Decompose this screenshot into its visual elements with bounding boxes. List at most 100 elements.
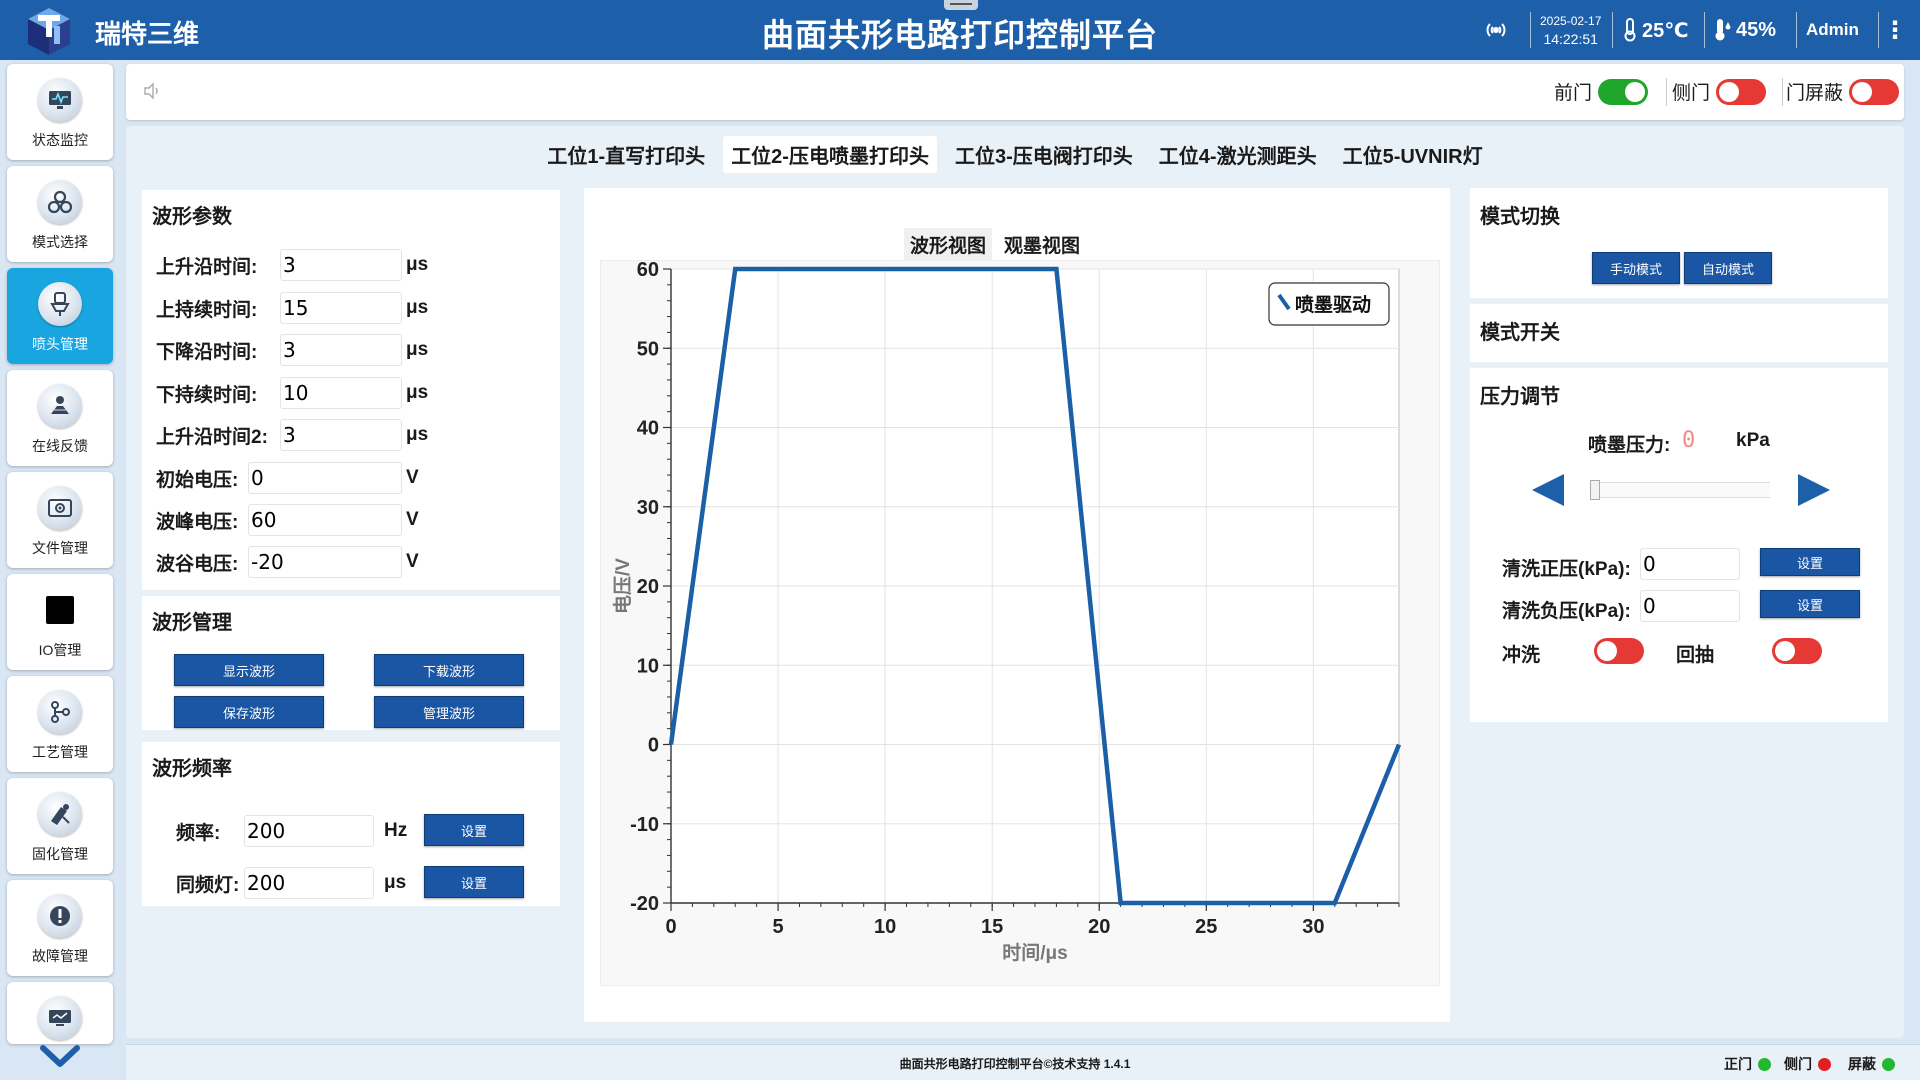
chevron-down-icon[interactable] xyxy=(40,1044,80,1068)
process-icon xyxy=(38,690,82,734)
tab-station-2[interactable]: 工位2-压电喷墨打印头 xyxy=(723,136,937,173)
manual-mode-button[interactable]: 手动模式 xyxy=(1592,252,1680,284)
high-duration-input[interactable]: 15 xyxy=(280,292,402,324)
waveform-params-panel: 波形参数 上升沿时间: 3 μs 上持续时间: 15 μs 下降沿时间: 3 μ… xyxy=(142,190,560,590)
legend-label: 喷墨驱动 xyxy=(1295,294,1371,316)
manage-waveform-button[interactable]: 管理波形 xyxy=(374,696,524,728)
initial-voltage-input[interactable]: 0 xyxy=(248,462,402,494)
tab-ink-view[interactable]: 观墨视图 xyxy=(998,228,1086,261)
frequency-input[interactable]: 200 xyxy=(244,815,374,847)
front-door-control: 前门 xyxy=(1554,78,1649,105)
sidebar-item-nozzle-management[interactable]: 喷头管理 xyxy=(7,268,113,364)
waveform-chart[interactable]: -20 -10 0 10 20 30 40 50 60 0 5 10 15 20 25 30 时间/μs 电压/V… xyxy=(601,261,1441,987)
y-tick-label: 20 xyxy=(637,576,659,598)
flush-toggle[interactable] xyxy=(1594,638,1644,664)
param-unit: μs xyxy=(406,382,429,403)
param-label: 下降沿时间: xyxy=(156,341,258,363)
param-row-initial-voltage: 初始电压: 0 V xyxy=(156,461,419,495)
set-sync-light-button[interactable]: 设置 xyxy=(424,866,524,898)
connection-icon xyxy=(1484,0,1508,60)
header-divider xyxy=(1878,12,1879,48)
front-door-toggle[interactable] xyxy=(1598,78,1649,105)
side-door-label: 侧门 xyxy=(1672,83,1711,104)
flush-label: 冲洗 xyxy=(1502,645,1541,666)
pressure-slider[interactable] xyxy=(1590,480,1770,500)
sync-light-input[interactable]: 200 xyxy=(244,867,374,899)
param-label: 上升沿时间: xyxy=(156,256,258,278)
window-handle[interactable] xyxy=(944,0,978,10)
set-clean-positive-button[interactable]: 设置 xyxy=(1760,548,1860,576)
toggle-knob xyxy=(1775,641,1795,661)
low-duration-input[interactable]: 10 xyxy=(280,377,402,409)
sidebar-item-status-monitor[interactable]: 状态监控 xyxy=(7,64,113,160)
sidebar-item-more[interactable] xyxy=(7,982,113,1044)
header-divider xyxy=(1612,12,1613,48)
top-toolbar: 前门 侧门 门屏蔽 xyxy=(126,64,1904,120)
sync-light-unit: μs xyxy=(384,872,407,893)
sidebar-item-fault-management[interactable]: 故障管理 xyxy=(7,880,113,976)
peak-voltage-input[interactable]: 60 xyxy=(248,504,402,536)
sidebar-item-mode-select[interactable]: 模式选择 xyxy=(7,166,113,262)
station-tabs: 工位1-直写打印头 工位2-压电喷墨打印头 工位3-压电阀打印头 工位4-激光测… xyxy=(126,136,1904,173)
sidebar-item-online-feedback[interactable]: 在线反馈 xyxy=(7,370,113,466)
tab-station-1[interactable]: 工位1-直写打印头 xyxy=(539,136,713,173)
humidity-icon xyxy=(1715,19,1731,41)
rise-time-input[interactable]: 3 xyxy=(280,249,402,281)
chart-frame: -20 -10 0 10 20 30 40 50 60 0 5 10 15 20 25 30 时间/μs 电压/V… xyxy=(600,260,1440,986)
fall-time-input[interactable]: 3 xyxy=(280,334,402,366)
rise-time-2-input[interactable]: 3 xyxy=(280,419,402,451)
waveform-freq-panel: 波形频率 频率: 200 Hz 设置 同频灯: 200 μs 设置 xyxy=(142,742,560,906)
download-waveform-button[interactable]: 下载波形 xyxy=(374,654,524,686)
cubes-icon xyxy=(38,180,82,224)
status-label: 侧门 xyxy=(1784,1056,1812,1072)
tab-station-4[interactable]: 工位4-激光测距头 xyxy=(1151,136,1325,173)
param-label: 上升沿时间2: xyxy=(156,426,268,448)
save-waveform-button[interactable]: 保存波形 xyxy=(174,696,324,728)
y-tick-label: 40 xyxy=(637,418,659,440)
waveform-manage-panel: 波形管理 显示波形 下载波形 保存波形 管理波形 xyxy=(142,596,560,730)
clean-positive-input[interactable]: 0 xyxy=(1640,548,1740,580)
footer: 曲面共形电路打印控制平台©技术支持 1.4.1 正门 侧门 屏蔽 xyxy=(126,1044,1920,1080)
set-clean-negative-button[interactable]: 设置 xyxy=(1760,590,1860,618)
decrease-pressure-icon[interactable] xyxy=(1530,472,1566,508)
param-row-valley-voltage: 波谷电压: -20 V xyxy=(156,545,419,579)
ink-pressure-label: 喷墨压力: xyxy=(1588,435,1671,456)
panel-title: 波形管理 xyxy=(152,612,232,634)
show-waveform-button[interactable]: 显示波形 xyxy=(174,654,324,686)
panel-title: 波形频率 xyxy=(152,758,232,780)
sidebar-item-process-management[interactable]: 工艺管理 xyxy=(7,676,113,772)
panel-title: 波形参数 xyxy=(152,206,232,228)
sidebar-item-file-management[interactable]: 文件管理 xyxy=(7,472,113,568)
status-dot xyxy=(1882,1057,1895,1071)
header-divider xyxy=(1704,12,1705,48)
x-axis-label: 时间/μs xyxy=(1002,942,1067,964)
auto-mode-button[interactable]: 自动模式 xyxy=(1684,252,1772,284)
sidebar-item-curing-management[interactable]: 固化管理 xyxy=(7,778,113,874)
side-door-control: 侧门 xyxy=(1672,78,1767,105)
more-menu-icon[interactable]: ⋮ xyxy=(1883,0,1907,60)
retract-toggle[interactable] xyxy=(1772,638,1822,664)
tab-station-5[interactable]: 工位5-UVNIR灯 xyxy=(1335,136,1491,173)
speaker-icon[interactable] xyxy=(142,82,162,100)
status-dot xyxy=(1818,1057,1831,1071)
tab-waveform-view[interactable]: 波形视图 xyxy=(904,228,993,261)
front-door-label: 前门 xyxy=(1554,83,1593,104)
sidebar-item-label: 工艺管理 xyxy=(32,744,88,760)
toggle-knob xyxy=(1625,81,1646,102)
sidebar: 状态监控 模式选择 喷头管理 在线反馈 文件管理 IO管理 工艺管理 固化管理 … xyxy=(0,60,120,1080)
x-tick-label: 25 xyxy=(1195,916,1217,938)
param-label: 上持续时间: xyxy=(156,299,258,321)
user-name[interactable]: Admin xyxy=(1806,0,1859,60)
toggle-knob xyxy=(1597,641,1617,661)
increase-pressure-icon[interactable] xyxy=(1796,472,1832,508)
tab-station-3[interactable]: 工位3-压电阀打印头 xyxy=(947,136,1141,173)
set-frequency-button[interactable]: 设置 xyxy=(424,814,524,846)
sidebar-item-io-management[interactable]: IO管理 xyxy=(7,574,113,670)
slider-handle[interactable] xyxy=(1590,480,1600,500)
door-shield-toggle[interactable] xyxy=(1849,78,1900,105)
clean-positive-label: 清洗正压(kPa): xyxy=(1502,559,1631,580)
side-door-toggle[interactable] xyxy=(1716,78,1767,105)
param-unit: μs xyxy=(406,424,429,445)
clean-negative-input[interactable]: 0 xyxy=(1640,590,1740,622)
valley-voltage-input[interactable]: -20 xyxy=(248,546,402,578)
